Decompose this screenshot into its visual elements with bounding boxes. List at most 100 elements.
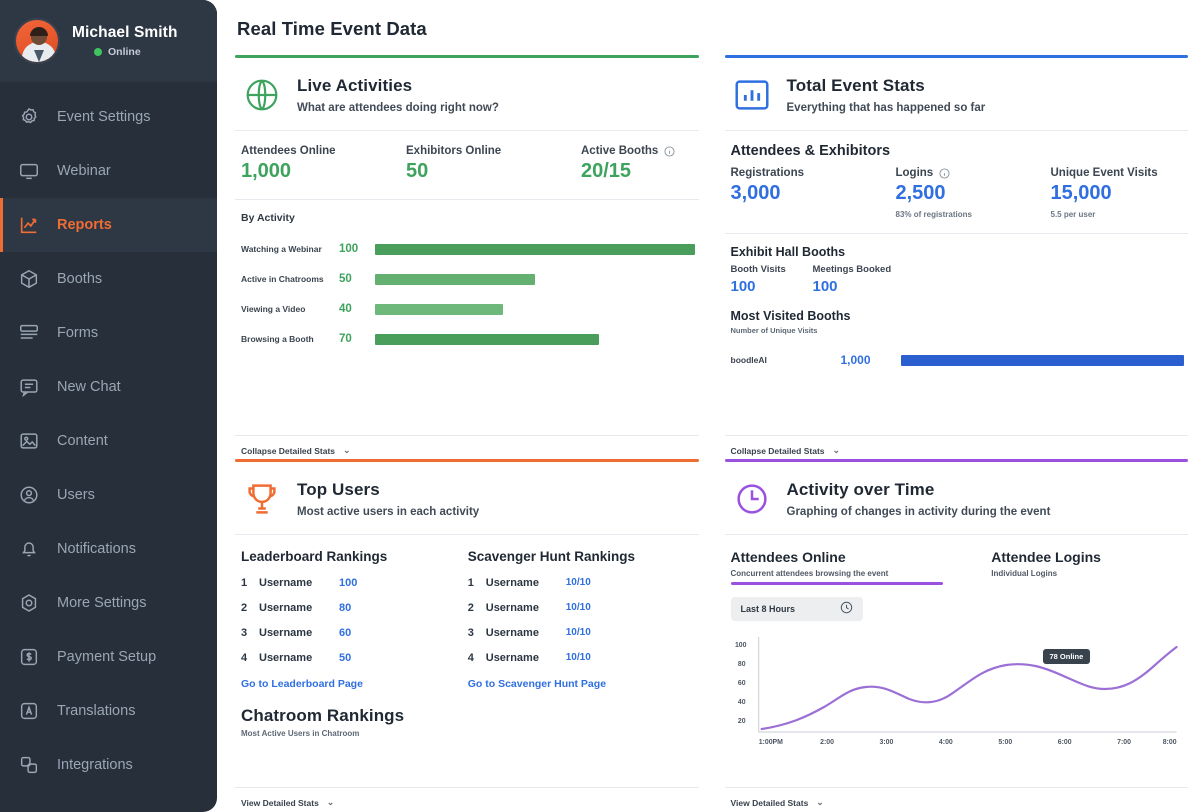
scavenger-hunt-rankings: Scavenger Hunt Rankings 1 Username 10/10… [468,549,695,690]
collapse-detailed-stats-button[interactable]: Collapse Detailed Stats ⌄ [724,435,1188,456]
chatroom-rankings-section: Chatroom Rankings Most Active Users in C… [235,690,699,738]
stat-label: Booth Visits [730,264,786,275]
svg-text:60: 60 [737,679,745,686]
stat-label: Active Booths [581,145,675,157]
rank-username: Username [485,576,539,589]
sidebar-item-users[interactable]: Users [0,468,217,522]
card-title: Activity over Time [786,480,935,499]
collapse-label: Collapse Detailed Stats [730,445,825,456]
bar-row: Viewing a Video 40 [241,294,695,324]
view-detailed-stats-button[interactable]: View Detailed Stats ⌄ [235,787,699,808]
sidebar-item-new-chat[interactable]: New Chat [0,360,217,414]
sidebar-nav: Event Settings Webinar Reports Booths Fo… [0,82,217,792]
bar-value: 50 [339,273,352,285]
section-subtitle: Number of Unique Visits [730,326,818,335]
stat-label: Exhibitors Online [406,145,502,157]
cube-icon [18,268,40,290]
info-icon[interactable] [664,145,675,157]
card-subtitle: Graphing of changes in activity during t… [786,506,1051,518]
table-row: 4 Username 50 [241,645,468,670]
sidebar-item-notifications[interactable]: Notifications [0,522,217,576]
bar-row: Browsing a Booth 70 [241,324,695,354]
sidebar-item-more-settings[interactable]: More Settings [0,576,217,630]
profile-header[interactable]: Michael Smith Online [0,0,217,82]
section-title: Most Visited Booths [730,309,851,323]
bar-row: Active in Chatrooms 50 [241,264,695,294]
svg-text:2:00: 2:00 [820,738,834,745]
table-row: 1 Username 10/10 [468,570,695,595]
leaderboard-rankings: Leaderboard Rankings 1 Username 100 2 Us… [241,549,468,690]
sidebar-item-integrations[interactable]: Integrations [0,738,217,792]
stat-value: 15,000 [1050,182,1112,204]
bar-value: 100 [339,243,359,255]
trophy-icon [241,478,283,520]
sidebar-item-reports[interactable]: Reports [0,198,217,252]
chevron-down-icon: ⌄ [816,797,824,807]
most-visited-booths-section: Most Visited Booths Number of Unique Vis… [725,295,1189,375]
view-label: View Detailed Stats [730,797,809,808]
tab-attendee-logins[interactable]: Attendee Logins Individual Logins [957,549,1184,585]
info-icon[interactable] [939,167,950,179]
rank-index: 2 [241,601,248,614]
avatar [14,18,60,64]
section-title: Scavenger Hunt Rankings [467,549,636,564]
profile-status: Online [72,46,178,58]
sidebar-item-forms[interactable]: Forms [0,306,217,360]
tab-attendees-online[interactable]: Attendees Online Concurrent attendees br… [730,549,958,585]
rank-username: Username [485,626,539,639]
section-title: Leaderboard Rankings [241,549,388,564]
stat-value: 100 [730,278,756,295]
collapse-detailed-stats-button[interactable]: Collapse Detailed Stats ⌄ [235,435,699,456]
stat-logins: Logins 2,500 83% of registrations [896,167,1051,219]
bar-row: Watching a Webinar 100 [241,234,695,264]
bar-value: 40 [339,303,352,315]
go-to-scavenger-hunt-page-link[interactable]: Go to Scavenger Hunt Page [468,678,695,690]
rank-index: 2 [467,601,474,614]
view-detailed-stats-button[interactable]: View Detailed Stats ⌄ [724,787,1188,808]
bar-track [375,333,695,345]
rank-index: 4 [467,651,474,664]
stat-label-text: Logins [895,167,934,179]
sidebar-item-webinar[interactable]: Webinar [0,144,217,198]
sidebar-item-label: Notifications [57,541,136,557]
rank-username: Username [259,601,313,614]
tab-label: Attendees Online [730,549,846,565]
stat-label: Unique Event Visits [1050,167,1158,179]
rank-index: 3 [241,626,248,639]
card-title: Total Event Stats [786,76,925,95]
rank-value: 80 [339,601,352,614]
stat-unique-event-visits: Unique Event Visits 15,000 5.5 per user [1051,167,1158,219]
svg-text:80: 80 [737,660,745,667]
sidebar-item-label: Webinar [57,163,111,179]
sidebar-item-label: Translations [57,703,136,719]
stat-value: 3,000 [730,182,781,204]
stat-label: Logins [896,167,1051,179]
bar-fill [900,354,1184,366]
tab-sublabel: Individual Logins [991,569,1058,578]
gear-icon [18,106,40,128]
globe-icon [241,74,283,116]
tab-sublabel: Concurrent attendees browsing the event [730,569,889,578]
rank-index: 4 [241,651,248,664]
svg-text:4:00: 4:00 [938,738,952,745]
card-title: Live Activities [297,76,413,95]
sidebar-item-label: Content [57,433,108,449]
sidebar-item-booths[interactable]: Booths [0,252,217,306]
sidebar-item-translations[interactable]: Translations [0,684,217,738]
chat-icon [18,376,40,398]
sidebar-item-content[interactable]: Content [0,414,217,468]
svg-text:5:00: 5:00 [998,738,1012,745]
sidebar-item-payment-setup[interactable]: Payment Setup [0,630,217,684]
bell-icon [18,538,40,560]
svg-text:100: 100 [734,641,746,648]
time-range-selector[interactable]: Last 8 Hours [730,596,863,621]
svg-text:1:00PM: 1:00PM [758,738,782,745]
stat-meetings-booked: Meetings Booked 100 [813,264,892,295]
section-title: Attendees & Exhibitors [730,143,891,159]
bar-row: boodleAI 1,000 [731,345,1184,375]
stat-value: 20/15 [581,160,632,182]
rank-value: 60 [339,626,352,639]
go-to-leaderboard-page-link[interactable]: Go to Leaderboard Page [241,678,468,690]
rank-username: Username [485,651,539,664]
sidebar-item-event-settings[interactable]: Event Settings [0,90,217,144]
